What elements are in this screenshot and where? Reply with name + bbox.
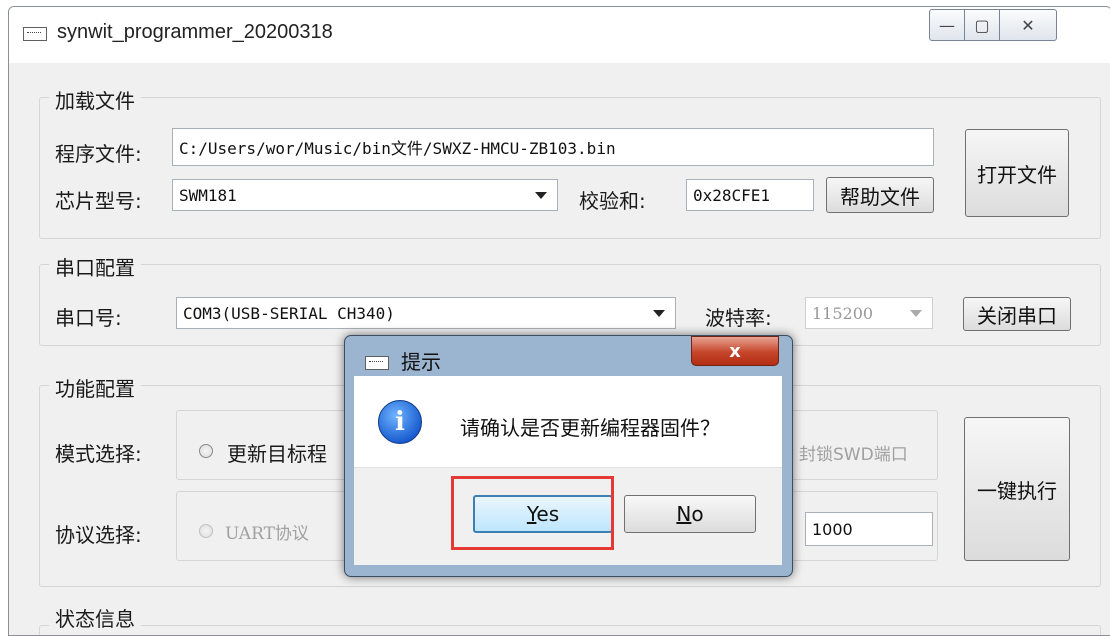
chevron-down-icon — [653, 310, 665, 317]
info-icon: i — [378, 400, 422, 444]
baud-select[interactable]: 115200 — [805, 297, 933, 329]
close-icon: x — [729, 340, 741, 362]
highlight-box — [451, 476, 614, 550]
close-icon: ✕ — [1021, 15, 1035, 35]
dialog-close-button[interactable]: x — [691, 336, 779, 366]
function-group-title: 功能配置 — [49, 373, 141, 402]
chevron-down-icon — [910, 310, 922, 317]
close-button[interactable]: ✕ — [999, 9, 1057, 41]
close-port-button[interactable]: 关闭串口 — [963, 297, 1071, 331]
chip-model-label: 芯片型号: — [55, 189, 142, 213]
load-file-group — [39, 97, 1101, 239]
baud-value: 115200 — [812, 303, 874, 323]
mode-update-label: 更新目标程 — [227, 442, 327, 466]
minimize-icon: — — [939, 15, 955, 35]
help-file-button[interactable]: 帮助文件 — [826, 177, 934, 213]
status-group — [39, 625, 1101, 635]
program-file-label: 程序文件: — [55, 142, 142, 166]
mode-label: 模式选择: — [55, 442, 142, 466]
protocol-uart-radio[interactable] — [199, 524, 213, 538]
window-title: synwit_programmer_20200318 — [57, 21, 333, 43]
mode-update-radio[interactable] — [199, 444, 213, 458]
dialog-title: 提示 — [401, 350, 441, 374]
maximize-icon: ▢ — [974, 15, 990, 35]
baud-label: 波特率: — [705, 306, 772, 330]
app-icon — [23, 27, 47, 41]
port-label: 串口号: — [55, 306, 122, 330]
open-file-button[interactable]: 打开文件 — [965, 129, 1069, 217]
port-value: COM3(USB-SERIAL CH340) — [183, 303, 395, 323]
chip-model-select[interactable]: SWM181 — [172, 179, 558, 211]
checksum-field[interactable]: 0x28CFE1 — [686, 179, 814, 211]
protocol-label: 协议选择: — [55, 523, 142, 547]
status-group-title: 状态信息 — [49, 603, 141, 632]
chip-model-value: SWM181 — [179, 185, 237, 205]
one-click-execute-button[interactable]: 一键执行 — [964, 417, 1070, 561]
port-select[interactable]: COM3(USB-SERIAL CH340) — [176, 297, 676, 329]
mode-lock-swd-label: 封锁SWD端口 — [799, 445, 908, 465]
protocol-uart-label: UART协议 — [225, 524, 309, 544]
dialog-message: 请确认是否更新编程器固件？ — [460, 416, 720, 440]
maximize-button[interactable]: ▢ — [964, 9, 1000, 41]
checksum-label: 校验和: — [579, 189, 646, 213]
serial-group-title: 串口配置 — [49, 252, 141, 281]
no-button[interactable]: No — [624, 495, 756, 533]
title-bar: synwit_programmer_20200318 — ▢ ✕ — [9, 7, 1110, 63]
value-field[interactable]: 1000 — [805, 512, 933, 546]
dialog-app-icon — [365, 356, 389, 370]
load-file-group-title: 加载文件 — [49, 85, 141, 114]
chevron-down-icon — [535, 192, 547, 199]
minimize-button[interactable]: — — [929, 9, 965, 41]
program-file-input[interactable]: C:/Users/wor/Music/bin文件/SWXZ-HMCU-ZB103… — [172, 128, 934, 166]
dialog-body: i 请确认是否更新编程器固件？ — [354, 376, 782, 467]
